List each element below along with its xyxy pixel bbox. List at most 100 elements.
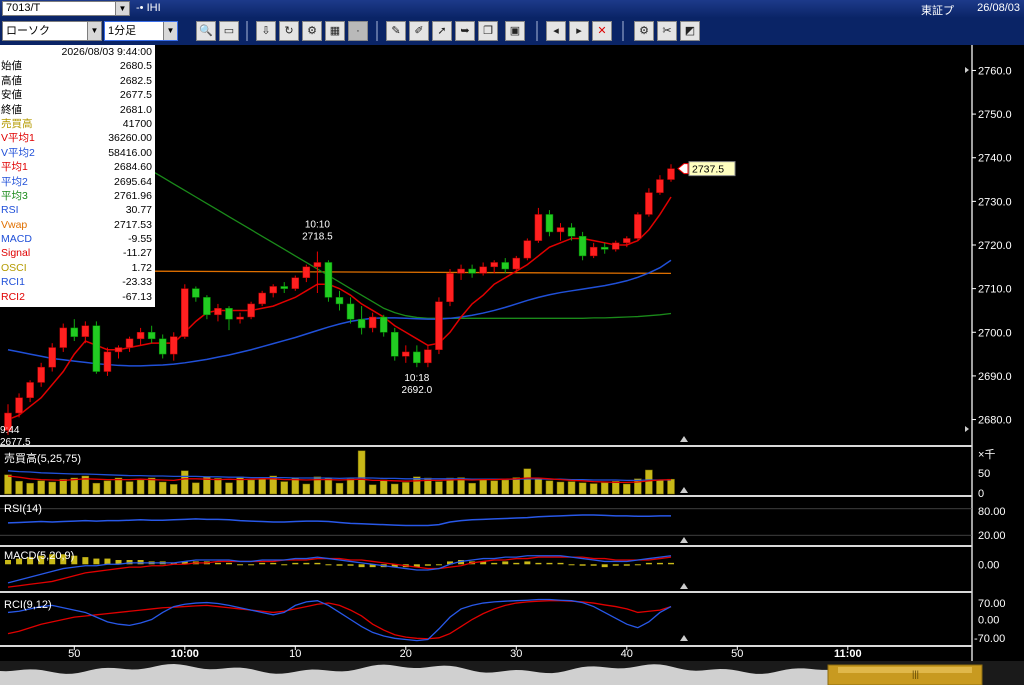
- interval-value: 1分足: [108, 25, 137, 37]
- interval-select[interactable]: 1分足 ▼: [104, 21, 178, 41]
- volume-bar: [656, 479, 664, 495]
- time-tick-label: 11:00: [834, 648, 862, 660]
- candle: [534, 214, 543, 241]
- price-tick-label: 2740.0: [978, 153, 1012, 165]
- date-label: 26/08/03: [977, 2, 1020, 14]
- candle: [302, 266, 311, 278]
- info-timestamp: 2026/08/03 9:44:00: [61, 46, 152, 58]
- volume-bar: [523, 468, 532, 495]
- candle: [136, 332, 145, 340]
- candle: [59, 327, 67, 348]
- time-tick-label: 40: [621, 648, 633, 660]
- volume-bar: [545, 480, 554, 495]
- draw-line-icon[interactable]: ✎: [386, 21, 406, 41]
- volume-bar: [125, 481, 134, 495]
- range-expand-icon[interactable]: ▸: [569, 21, 589, 41]
- candle: [324, 262, 333, 298]
- osci-bar: [281, 564, 288, 566]
- pen-icon[interactable]: ✐: [409, 21, 429, 41]
- macd-panel-title: MACD(5,20,9): [4, 550, 74, 562]
- osci-bar: [336, 564, 343, 566]
- annotation-price: 2692.0: [402, 385, 433, 396]
- osci-bar: [303, 562, 310, 565]
- volume-bar: [600, 482, 609, 495]
- volume-bar: [59, 478, 67, 495]
- candle: [269, 286, 277, 294]
- candle: [181, 288, 189, 337]
- stock-code-dropdown-icon[interactable]: ▼: [115, 1, 130, 16]
- volume-bar: [335, 482, 344, 495]
- info-value: 2717.53: [114, 218, 152, 231]
- info-panel: 2026/08/03 9:44:00 始値 2680.5 高値 2682.5 安値 267…: [0, 45, 155, 307]
- candle: [15, 397, 23, 414]
- volume-bar: [147, 477, 156, 495]
- osci-bar: [226, 562, 232, 565]
- reset-icon[interactable]: ✕: [592, 21, 612, 41]
- volume-bar: [435, 481, 443, 495]
- bucket-icon[interactable]: ▣: [505, 21, 525, 41]
- zoom-icon[interactable]: 🔍: [196, 21, 216, 41]
- candle: [490, 262, 498, 268]
- volume-bar: [170, 484, 178, 495]
- volume-bar: [490, 480, 498, 495]
- volume-bar: [324, 477, 333, 495]
- chevron-down-icon[interactable]: ▼: [163, 22, 177, 40]
- info-label: 始値: [1, 60, 22, 73]
- disabled-icon: ·: [348, 21, 368, 41]
- info-label: 安値: [1, 89, 22, 102]
- volume-bar: [346, 478, 355, 495]
- osci-bar: [292, 562, 299, 565]
- chart-settings-icon[interactable]: ⚙: [302, 21, 322, 41]
- info-value: 2680.5: [119, 60, 152, 73]
- candle: [114, 347, 123, 353]
- info-label: 高値: [1, 74, 22, 87]
- info-row: 平均2 2695.64: [0, 175, 155, 189]
- chevron-down-icon[interactable]: ▼: [87, 22, 101, 40]
- candle: [501, 262, 509, 270]
- candle: [589, 246, 598, 257]
- table-icon[interactable]: ▦: [325, 21, 345, 41]
- candle: [103, 351, 112, 372]
- price-tick-label: 2680.0: [978, 415, 1012, 427]
- volume-bar: [181, 470, 189, 495]
- gear-icon[interactable]: ⚙: [634, 21, 654, 41]
- info-label: Signal: [1, 247, 31, 260]
- volume-bar: [567, 481, 576, 495]
- window-icon[interactable]: ▭: [219, 21, 239, 41]
- refresh-icon[interactable]: ↻: [279, 21, 299, 41]
- info-row: Signal -11.27: [0, 246, 155, 260]
- chart-type-select[interactable]: ローソク ▼: [2, 21, 102, 41]
- tools-icon[interactable]: ✂: [657, 21, 677, 41]
- download-icon[interactable]: ⇩: [256, 21, 276, 41]
- volume-bar: [37, 480, 45, 495]
- volume-bar: [468, 482, 476, 495]
- info-value: 30.77: [125, 204, 152, 217]
- osci-bar: [579, 564, 586, 566]
- info-row: 売買高 41700: [0, 117, 155, 131]
- range-shrink-icon[interactable]: ◂: [546, 21, 566, 41]
- time-tick-label: 10: [289, 648, 301, 660]
- osci-bar: [137, 560, 144, 565]
- annotation-time: 10:18: [404, 373, 429, 384]
- candle: [26, 382, 34, 398]
- info-row: Vwap 2717.53: [0, 218, 155, 232]
- candle: [556, 227, 565, 233]
- copy-icon[interactable]: ❐: [478, 21, 498, 41]
- candle: [346, 303, 355, 320]
- candle: [512, 257, 521, 270]
- info-row: 高値 2682.5: [0, 74, 155, 88]
- color-palette-icon[interactable]: ◩: [680, 21, 700, 41]
- rci-tick-label: 0.00: [978, 615, 999, 627]
- pointer-icon[interactable]: ➚: [432, 21, 452, 41]
- info-label: MACD: [1, 233, 32, 246]
- annotation-price: 2718.5: [302, 232, 333, 243]
- toolbar-separator: [536, 21, 538, 41]
- volume-bar: [512, 477, 521, 495]
- volume-bar: [402, 482, 410, 495]
- osci-bar: [513, 562, 520, 565]
- arrow-icon[interactable]: ➥: [455, 21, 475, 41]
- title-bar: 7013/T ▼ -• IHI 東証プ 26/08/03: [0, 0, 1024, 18]
- info-row: RCI1 -23.33: [0, 275, 155, 289]
- stock-code-field[interactable]: 7013/T: [2, 1, 130, 16]
- volume-bar: [291, 477, 300, 495]
